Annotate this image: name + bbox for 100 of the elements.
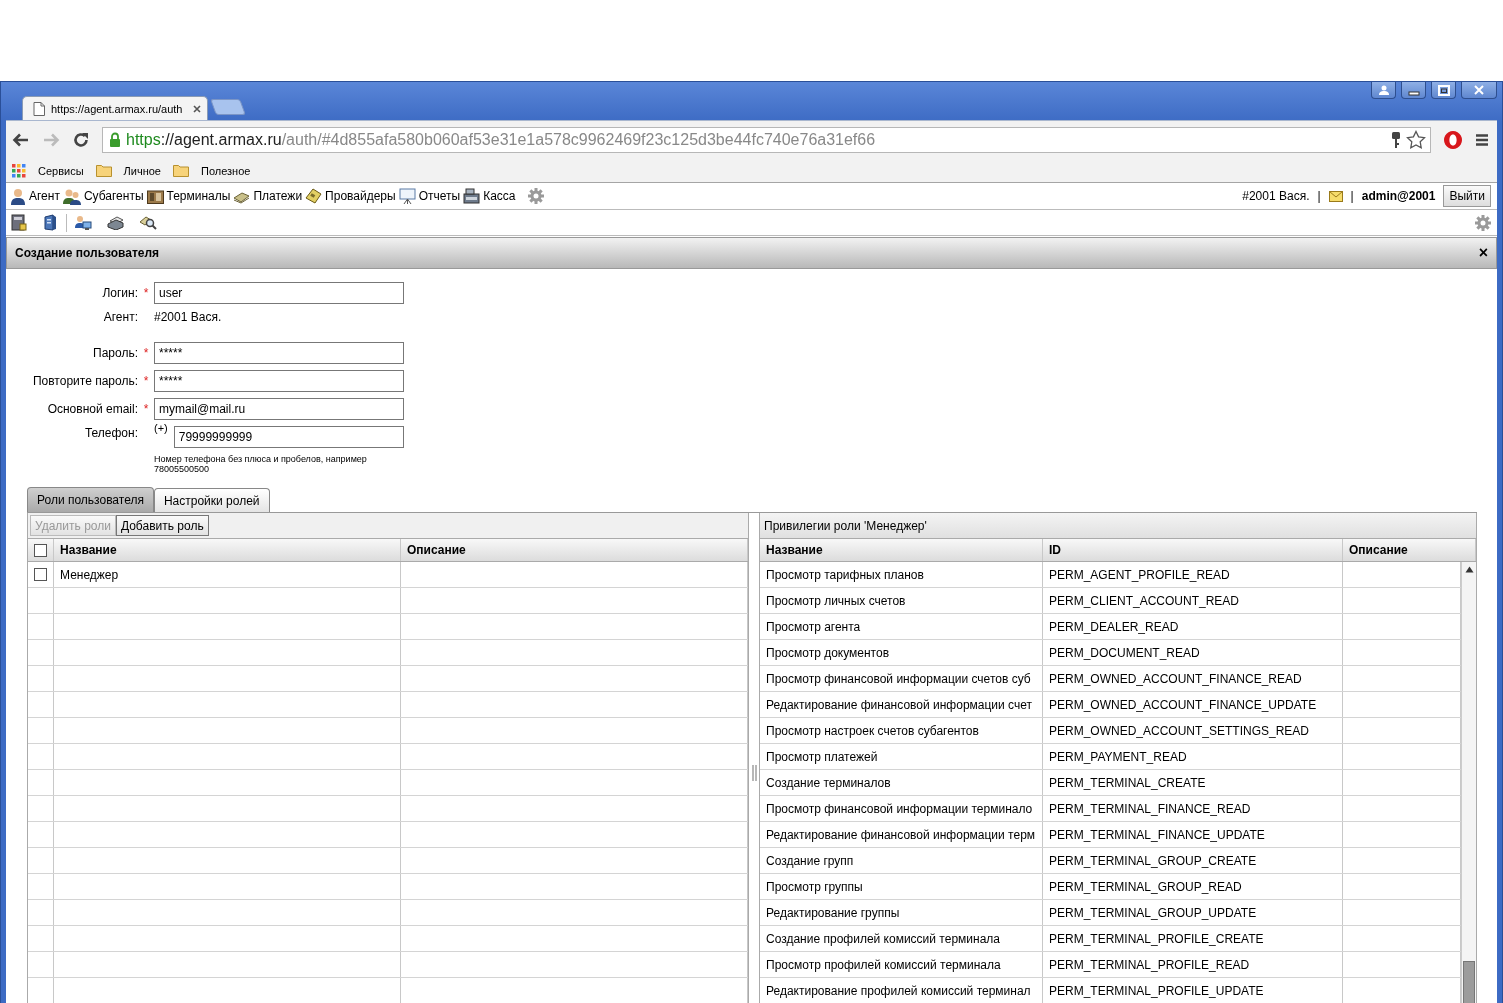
settings-icon[interactable] — [1474, 213, 1492, 232]
menu-icon[interactable] — [1475, 133, 1489, 147]
column-header[interactable]: Название — [60, 543, 117, 557]
column-header[interactable]: ID — [1049, 543, 1061, 557]
checkbox[interactable] — [34, 543, 47, 557]
table-cell: Просмотр финансовой информации терминало — [766, 801, 1033, 816]
input-field[interactable]: ***** — [154, 342, 404, 364]
input-field[interactable]: 79999999999 — [173, 426, 404, 448]
field-label: Основной email: — [46, 402, 138, 416]
table-cell: PERM_AGENT_PROFILE_READ — [1049, 567, 1230, 582]
maximize-button[interactable] — [1431, 82, 1456, 99]
input-field[interactable]: ***** — [154, 370, 404, 392]
table-cell: PERM_TERMINAL_FINANCE_READ — [1049, 801, 1251, 816]
table-cell: Просмотр платежей — [766, 749, 878, 764]
address-bar[interactable]: https://agent.armax.ru/auth/#4d855afa580b060af53e31e1a578c9962469f23c125d3be44fc740e76a31ef66 — [102, 127, 1431, 153]
table-cell: Просмотр агента — [766, 619, 861, 634]
maximize-icon[interactable] — [1437, 84, 1450, 96]
user-icon[interactable] — [1377, 84, 1390, 96]
table-cell: Просмотр личных счетов — [766, 593, 906, 608]
settings-icon[interactable] — [526, 187, 545, 205]
field-label: Повторите пароль: — [31, 374, 138, 388]
lock-icon — [109, 132, 121, 148]
menu-item[interactable]: Касса — [483, 189, 516, 203]
bookmark[interactable]: Сервисы — [38, 164, 84, 177]
table-cell: PERM_TERMINAL_CREATE — [1049, 775, 1206, 790]
input-field[interactable]: mymail@mail.ru — [154, 398, 404, 420]
bookmark[interactable]: Полезное — [201, 164, 251, 177]
field-label: Телефон: — [83, 426, 138, 440]
menu-item[interactable]: Терминалы — [166, 189, 231, 203]
people-icon — [62, 187, 81, 205]
person-icon — [10, 187, 26, 205]
separator: | — [1350, 189, 1354, 203]
field-label: Агент: — [102, 310, 138, 324]
table-cell: Редактирование группы — [766, 905, 900, 920]
apps-grid-icon — [12, 163, 26, 178]
table-cell: Создание профилей комиссий терминала — [766, 931, 1000, 946]
menu-item[interactable]: Отчеты — [418, 189, 461, 203]
table-cell: PERM_TERMINAL_PROFILE_CREATE — [1049, 931, 1264, 946]
required-mark: * — [142, 286, 150, 300]
reload-icon[interactable] — [72, 131, 90, 149]
menu-item[interactable]: Агент — [29, 189, 60, 203]
profile-button[interactable] — [1371, 82, 1396, 99]
menu-item[interactable]: Платежи — [253, 189, 303, 203]
server-icon[interactable] — [42, 214, 58, 231]
input-field[interactable]: user — [154, 282, 404, 304]
toolbar-button[interactable]: Добавить роль — [115, 515, 209, 536]
column-header[interactable]: Описание — [1349, 543, 1408, 557]
menu-item[interactable]: Субагенты — [83, 189, 144, 203]
tab[interactable]: Настройки ролей — [153, 488, 270, 512]
logout-button[interactable]: Выйти — [1443, 185, 1491, 207]
table-cell: Просмотр группы — [766, 879, 863, 894]
table-cell: Просмотр документов — [766, 645, 890, 660]
table-cell: Просмотр настроек счетов субагентов — [766, 723, 979, 738]
separator: | — [1317, 189, 1321, 203]
table-cell: PERM_PAYMENT_READ — [1049, 749, 1187, 764]
close-button[interactable]: × — [1478, 244, 1488, 262]
table-cell: Просмотр профилей комиссий терминала — [766, 957, 1001, 972]
column-header[interactable]: Описание — [407, 543, 466, 557]
checkbox[interactable] — [34, 568, 47, 581]
bookmark[interactable]: Личное — [123, 164, 161, 177]
search-icon[interactable] — [139, 215, 157, 230]
table-cell: PERM_TERMINAL_PROFILE_UPDATE — [1049, 983, 1264, 998]
table-cell: Создание терминалов — [766, 775, 891, 790]
cash-register-icon — [463, 188, 481, 204]
field-label: Логин: — [101, 286, 138, 300]
table-cell: PERM_OWNED_ACCOUNT_FINANCE_UPDATE — [1049, 697, 1317, 712]
scrollbar[interactable] — [1461, 562, 1476, 1003]
close-icon[interactable] — [193, 104, 201, 113]
table-cell: PERM_TERMINAL_FINANCE_UPDATE — [1049, 827, 1265, 842]
agent-name: #2001 Вася. — [1242, 189, 1310, 203]
star-icon[interactable] — [1406, 130, 1426, 150]
cabinet-icon[interactable] — [11, 214, 27, 231]
splitter-handle[interactable] — [751, 765, 757, 781]
new-tab-button[interactable] — [210, 99, 246, 115]
table-cell: PERM_OWNED_ACCOUNT_SETTINGS_READ — [1049, 723, 1310, 738]
table-cell: Редактирование финансовой информации счет — [766, 697, 1032, 712]
table-cell: Создание групп — [766, 853, 854, 868]
users-computer-icon[interactable] — [75, 214, 92, 231]
menu-item[interactable]: Провайдеры — [325, 189, 396, 203]
required-mark: * — [142, 346, 150, 360]
table-cell: Менеджер — [60, 567, 119, 582]
table-cell: Просмотр тарифных планов — [766, 567, 924, 582]
table-cell: Просмотр финансовой информации счетов суб — [766, 671, 1031, 686]
column-header[interactable]: Название — [766, 543, 823, 557]
key-icon[interactable] — [1391, 131, 1401, 149]
panel-title: Создание пользователя — [15, 246, 160, 260]
scroll-up-icon[interactable] — [1464, 566, 1474, 573]
table-cell: PERM_TERMINAL_GROUP_UPDATE — [1049, 905, 1257, 920]
table-cell: PERM_DOCUMENT_READ — [1049, 645, 1200, 660]
folder-icon — [95, 164, 112, 177]
back-icon[interactable] — [12, 132, 30, 148]
browser-tab[interactable]: https://agent.armax.ru/auth — [22, 96, 208, 120]
page-icon — [33, 101, 45, 116]
table-cell: PERM_OWNED_ACCOUNT_FINANCE_READ — [1049, 671, 1302, 686]
close-button[interactable] — [1461, 82, 1497, 99]
table-cell: Редактирование профилей комиссий терминал — [766, 983, 1031, 998]
table-cell: PERM_DEALER_READ — [1049, 619, 1179, 634]
tab[interactable]: Роли пользователя — [27, 487, 154, 512]
envelope-icon[interactable] — [1328, 190, 1343, 202]
minimize-button[interactable] — [1401, 82, 1426, 99]
